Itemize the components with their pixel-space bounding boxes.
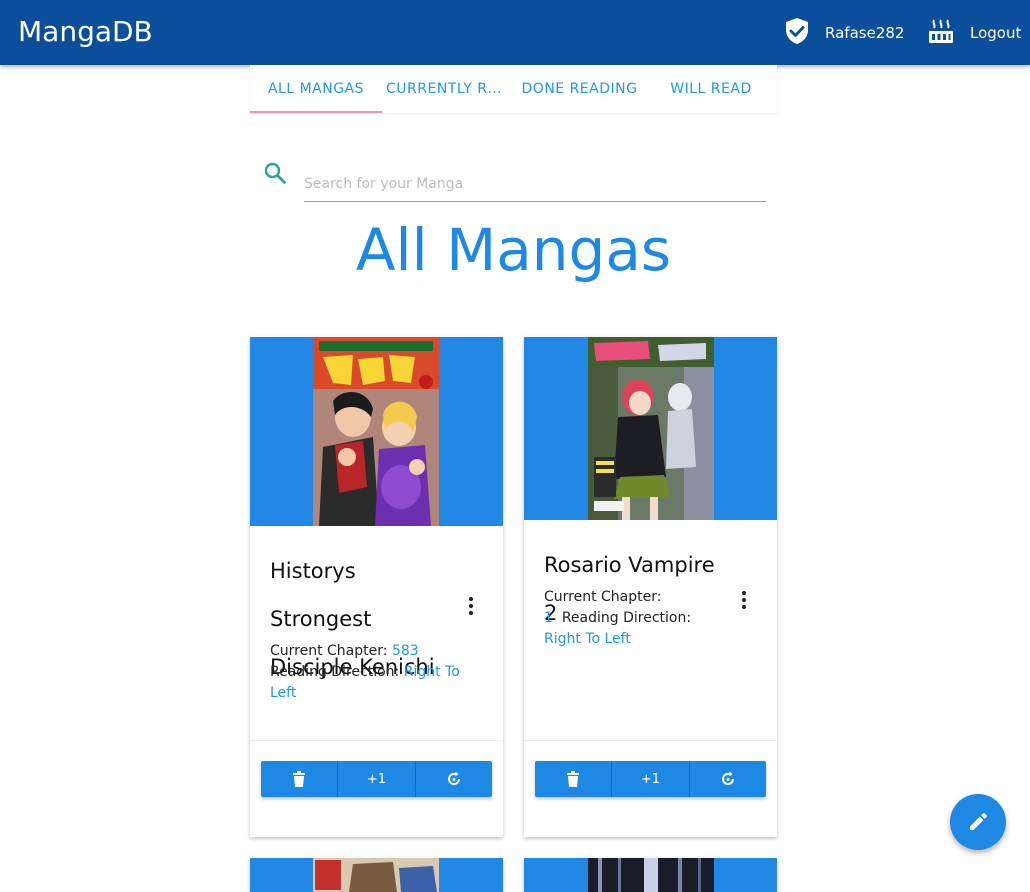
delete-icon [293, 771, 306, 787]
logout-button[interactable]: Logout [928, 19, 1021, 47]
logout-label: Logout [970, 24, 1022, 42]
search-input[interactable] [304, 166, 766, 202]
verified-shield-icon [785, 17, 809, 49]
card-actions: +1 [535, 761, 766, 797]
tab-bar: ALL MANGAS CURRENTLY READING DONE READIN… [250, 65, 777, 113]
direction-value: Right To Left [544, 631, 631, 647]
manga-cover-image [588, 337, 714, 520]
search-icon [263, 161, 287, 189]
manga-cover-image [313, 858, 439, 892]
more-vert-icon[interactable] [734, 588, 754, 612]
username-label: Rafase282 [825, 24, 905, 42]
card-divider [250, 740, 503, 741]
tab-done-reading[interactable]: DONE READING [514, 65, 645, 113]
manga-details: Current Chapter: 1 Reading Direction: Ri… [544, 587, 724, 650]
direction-label: Reading Direction: [561, 610, 692, 626]
brand-title[interactable]: MangaDB [18, 15, 153, 48]
delete-button[interactable] [261, 761, 339, 797]
more-vert-icon[interactable] [461, 594, 481, 618]
reset-button[interactable] [689, 761, 766, 797]
manga-cover-area [524, 337, 777, 520]
manga-details: Current Chapter: 583 Reading Direction: … [270, 641, 470, 704]
tab-currently-reading[interactable]: CURRENTLY READING [382, 65, 514, 113]
manga-card: Rosario Vampire 2 Current Chapter: 1 Rea… [524, 337, 777, 837]
card-actions: +1 [261, 761, 492, 797]
increment-chapter-button[interactable]: +1 [612, 761, 690, 797]
manga-cover-area [524, 858, 777, 892]
manga-cover-area [250, 858, 503, 892]
factory-icon [928, 18, 954, 48]
reset-button[interactable] [415, 761, 492, 797]
manga-cover-image [313, 337, 439, 526]
reset-icon [721, 771, 734, 785]
chapter-value: 1 [544, 610, 553, 626]
tab-all-mangas[interactable]: ALL MANGAS [250, 65, 382, 113]
card-divider [524, 740, 777, 741]
direction-label: Reading Direction: [270, 664, 400, 680]
chapter-value: 583 [391, 643, 419, 659]
manga-card [524, 858, 777, 892]
page-title: All Mangas [355, 216, 672, 284]
tab-will-read[interactable]: WILL READ [645, 65, 777, 113]
manga-cover-image [588, 858, 714, 892]
tab-active-indicator [250, 111, 382, 113]
manga-cover-area [250, 337, 503, 526]
reset-icon [447, 771, 460, 785]
chapter-label: Current Chapter: [270, 643, 388, 659]
user-profile[interactable]: Rafase282 [785, 17, 905, 49]
edit-fab-button[interactable] [950, 794, 1006, 850]
app-bar: MangaDB Rafase282 Logout [0, 0, 1030, 65]
manga-card: Historys Strongest Disciple Kenichi Curr… [250, 337, 503, 837]
increment-chapter-button[interactable]: +1 [338, 761, 416, 797]
delete-icon [567, 771, 580, 787]
manga-card [250, 858, 503, 892]
edit-pencil-icon [970, 813, 987, 830]
chapter-label: Current Chapter: [544, 589, 662, 605]
delete-button[interactable] [535, 761, 613, 797]
